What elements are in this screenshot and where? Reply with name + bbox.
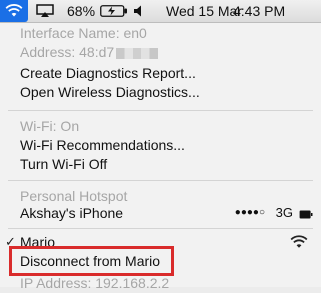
wifi-dropdown-menu: Interface Name: en0 Address: 48:d7 Creat…: [0, 23, 321, 291]
airplay-icon[interactable]: [36, 0, 54, 22]
signal-strength-icon: ●●●●○: [234, 207, 265, 218]
turn-wifi-off[interactable]: Turn Wi-Fi Off: [20, 154, 107, 174]
battery-icon: [299, 207, 313, 225]
address-row: Address: 48:d7: [20, 42, 159, 62]
menu-separator: [8, 180, 313, 181]
menubar-time[interactable]: 4:43 PM: [233, 0, 285, 22]
wifi-status: Wi-Fi: On: [20, 118, 80, 134]
highlight-annotation: [9, 246, 174, 276]
address-label: Address: 48:d7: [20, 44, 115, 60]
menubar-date[interactable]: Wed 15 Mar: [166, 0, 242, 22]
battery-percentage: 68%: [67, 3, 96, 19]
network-type: 3G: [275, 205, 293, 220]
create-diagnostics-report[interactable]: Create Diagnostics Report...: [20, 63, 196, 83]
volume-icon[interactable]: [132, 0, 148, 22]
menu-bar: 68% Wed 15 Mar 4:43 PM: [0, 0, 321, 23]
hotspot-item[interactable]: Akshay's iPhone ●●●●○ 3G: [0, 203, 321, 223]
wifi-signal-icon: [290, 235, 308, 254]
battery-charging-icon[interactable]: [100, 0, 128, 22]
hotspot-device-name: Akshay's iPhone: [20, 205, 124, 221]
open-wireless-diagnostics[interactable]: Open Wireless Diagnostics...: [20, 82, 200, 102]
ip-address: IP Address: 192.168.2.2: [20, 275, 170, 291]
wifi-recommendations[interactable]: Wi-Fi Recommendations...: [20, 135, 185, 155]
redacted-address: [116, 47, 159, 59]
interface-name: Interface Name: en0: [20, 25, 147, 41]
menu-separator: [8, 228, 313, 229]
menu-separator: [8, 110, 313, 111]
wifi-icon[interactable]: [0, 0, 28, 22]
